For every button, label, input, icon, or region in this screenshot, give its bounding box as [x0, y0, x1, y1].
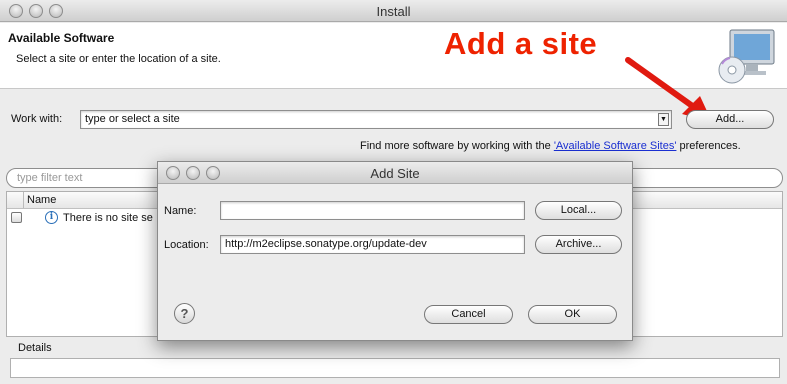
work-with-label: Work with:	[11, 113, 63, 125]
window-titlebar: Install	[0, 0, 787, 22]
archive-button[interactable]: Archive...	[535, 235, 622, 254]
work-with-combobox[interactable]: type or select a site ▼	[80, 110, 672, 129]
local-button[interactable]: Local...	[535, 201, 622, 220]
filter-placeholder: type filter text	[17, 172, 83, 184]
work-with-value: type or select a site	[85, 113, 180, 125]
details-box	[10, 358, 780, 378]
location-field[interactable]: http://m2eclipse.sonatype.org/update-dev	[220, 235, 525, 254]
dialog-title: Add Site	[370, 166, 420, 181]
add-button[interactable]: Add...	[686, 110, 774, 129]
ok-button[interactable]: OK	[528, 305, 617, 324]
more-software-text: Find more software by working with the '…	[360, 140, 741, 152]
page-title: Available Software	[8, 31, 115, 45]
details-label: Details	[18, 342, 52, 354]
cancel-button[interactable]: Cancel	[424, 305, 513, 324]
location-label: Location:	[164, 239, 209, 251]
page-subtitle: Select a site or enter the location of a…	[16, 53, 221, 65]
column-header-name[interactable]: Name	[27, 194, 56, 206]
row-text: There is no site se	[63, 212, 153, 224]
column-divider	[23, 192, 24, 208]
more-software-prefix: Find more software by working with the	[360, 140, 554, 152]
name-field[interactable]	[220, 201, 525, 220]
help-icon[interactable]: ?	[174, 303, 195, 324]
window-title: Install	[376, 4, 411, 19]
add-site-annotation: Add a site	[444, 26, 598, 61]
more-software-suffix: preferences.	[676, 140, 741, 152]
row-checkbox[interactable]	[11, 212, 22, 223]
info-icon: i	[45, 211, 58, 224]
dialog-titlebar: Add Site	[158, 162, 632, 184]
dropdown-arrow-icon[interactable]: ▼	[658, 113, 669, 126]
add-site-dialog: Add Site Name: Local... Location: http:/…	[157, 161, 633, 341]
name-label: Name:	[164, 205, 197, 217]
available-software-sites-link[interactable]: 'Available Software Sites'	[554, 140, 677, 152]
